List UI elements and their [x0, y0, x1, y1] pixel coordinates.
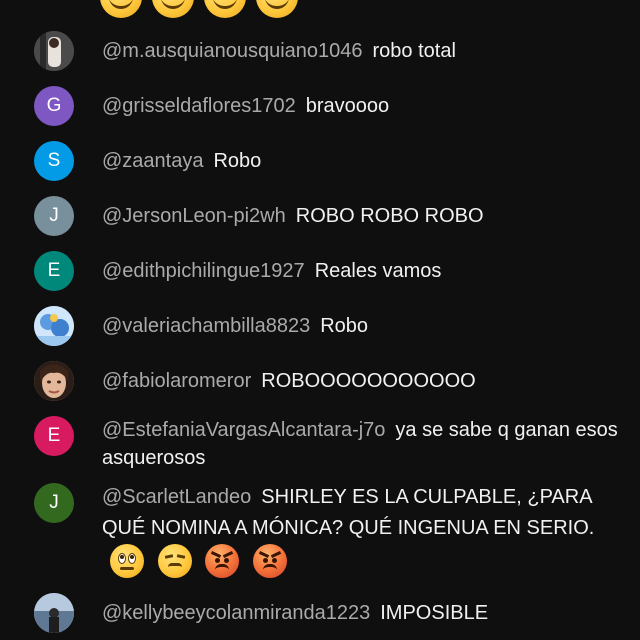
message-text: ROBOOOOOOOOOOO [261, 370, 476, 392]
avatar-letter: G [46, 95, 62, 116]
avatar-photo [34, 306, 74, 346]
message-author[interactable]: @edithpichilingue1927 [102, 260, 305, 282]
message-author[interactable]: @kellybeeycolanmiranda1223 [102, 602, 370, 624]
message-text: Robo [320, 315, 369, 337]
message-author[interactable]: @EstefaniaVargasAlcantara-j7o [102, 419, 385, 441]
top-emoji-row [100, 0, 298, 18]
angry-face-emoji-icon [252, 544, 287, 578]
message-author[interactable]: @grisseldaflores1702 [102, 95, 296, 117]
grinning-face-emoji-icon [100, 0, 142, 18]
avatar[interactable] [34, 361, 74, 401]
avatar-letter: E [47, 260, 61, 281]
message-text: Robo [213, 150, 262, 172]
avatar[interactable] [34, 306, 74, 346]
message-text: robo total [372, 40, 456, 62]
avatar[interactable] [34, 593, 74, 633]
grinning-face-emoji-icon [152, 0, 194, 18]
message-text: Reales vamos [314, 260, 442, 282]
message-author[interactable]: @JersonLeon-pi2wh [102, 205, 286, 227]
message-text: IMPOSIBLE [380, 602, 489, 624]
message-author[interactable]: @ScarletLandeo [102, 486, 251, 508]
avatar-photo [34, 31, 74, 71]
message-author[interactable]: @m.ausquianousquiano1046 [102, 40, 363, 62]
avatar[interactable]: G [34, 86, 74, 126]
avatar-letter: E [47, 425, 61, 446]
message-text: bravoooo [305, 95, 390, 117]
avatar-letter: S [47, 150, 61, 171]
avatar[interactable]: E [34, 251, 74, 291]
avatar[interactable] [34, 31, 74, 71]
message-author[interactable]: @zaantaya [102, 150, 203, 172]
grinning-face-emoji-icon [256, 0, 298, 18]
avatar[interactable]: E [34, 416, 74, 456]
avatar-photo [34, 593, 74, 633]
avatar[interactable]: J [34, 483, 74, 523]
grinning-face-emoji-icon [204, 0, 246, 18]
avatar[interactable]: S [34, 141, 74, 181]
avatar-photo [34, 361, 74, 401]
avatar-letter: J [49, 492, 59, 513]
avatar-letter: J [49, 205, 59, 226]
angry-face-emoji-icon [205, 544, 240, 578]
message-text: ROBO ROBO ROBO [295, 205, 484, 227]
unamused-face-emoji-icon [157, 544, 192, 578]
face-with-rolling-eyes-emoji-icon [110, 544, 144, 578]
message-author[interactable]: @fabiolaromeror [102, 370, 251, 392]
message-author[interactable]: @valeriachambilla8823 [102, 315, 310, 337]
avatar[interactable]: J [34, 196, 74, 236]
